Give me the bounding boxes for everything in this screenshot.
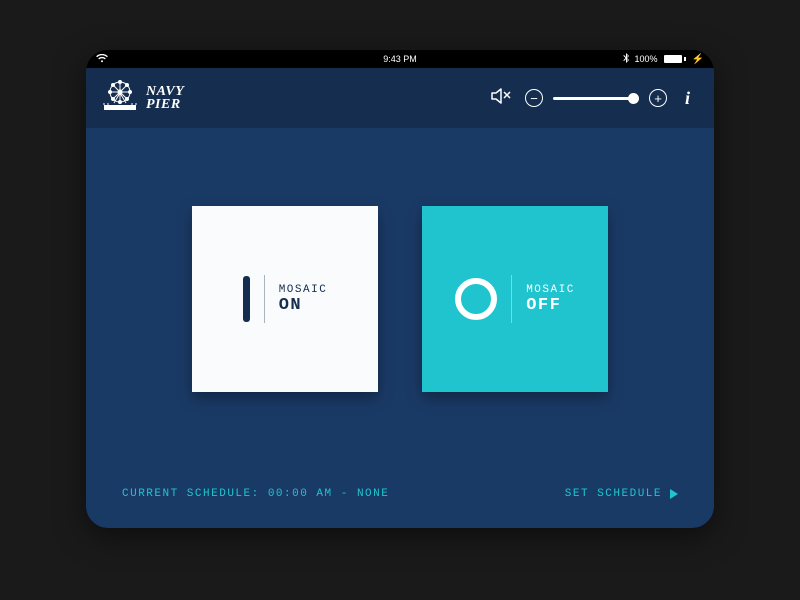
mosaic-off-tile[interactable]: MOSAIC OFF: [422, 206, 608, 392]
volume-down-button[interactable]: −: [525, 89, 543, 107]
tile-off-label: MOSAIC: [526, 284, 575, 296]
current-schedule-text: CURRENT SCHEDULE: 00:00 AM - NONE: [122, 488, 389, 500]
chevron-right-icon: [670, 489, 678, 499]
status-time: 9:43 PM: [383, 54, 417, 64]
ferris-wheel-icon: [102, 79, 138, 118]
battery-icon: [664, 55, 686, 63]
status-bar: 9:43 PM 100% ⚡: [86, 50, 714, 68]
mute-icon[interactable]: [491, 87, 511, 110]
volume-up-button[interactable]: +: [649, 89, 667, 107]
tablet-frame: 9:43 PM 100% ⚡: [86, 50, 714, 528]
set-schedule-button[interactable]: SET SCHEDULE: [565, 488, 678, 500]
charging-icon: ⚡: [692, 54, 704, 65]
tile-on-state: ON: [279, 296, 328, 315]
schedule-time: 00:00 AM: [268, 488, 333, 500]
power-on-icon: [243, 276, 250, 322]
tile-divider: [511, 275, 512, 323]
set-schedule-label: SET SCHEDULE: [565, 488, 662, 500]
brand-logo: NAVY PIER: [102, 79, 184, 118]
schedule-sep: -: [333, 488, 357, 500]
tile-off-state: OFF: [526, 296, 575, 315]
wifi-icon: [96, 54, 108, 65]
tile-divider: [264, 275, 265, 323]
tiles-row: MOSAIC ON MOSAIC OFF: [116, 128, 684, 470]
bluetooth-icon: [623, 53, 629, 65]
volume-control: − +: [525, 89, 667, 107]
volume-slider[interactable]: [553, 97, 639, 100]
app-body: MOSAIC ON MOSAIC OFF CURRENT SCHEDULE: 0…: [86, 128, 714, 528]
brand-line-1: NAVY: [146, 85, 184, 98]
schedule-name: NONE: [357, 488, 389, 500]
power-off-icon: [455, 278, 497, 320]
schedule-prefix: CURRENT SCHEDULE:: [122, 488, 268, 500]
footer-bar: CURRENT SCHEDULE: 00:00 AM - NONE SET SC…: [116, 470, 684, 528]
battery-percent: 100%: [635, 54, 658, 64]
info-button[interactable]: i: [681, 88, 694, 109]
app-header: NAVY PIER − + i: [86, 68, 714, 128]
mosaic-on-tile[interactable]: MOSAIC ON: [192, 206, 378, 392]
header-controls: − + i: [491, 87, 694, 110]
tile-on-label: MOSAIC: [279, 284, 328, 296]
brand-line-2: PIER: [146, 98, 184, 111]
